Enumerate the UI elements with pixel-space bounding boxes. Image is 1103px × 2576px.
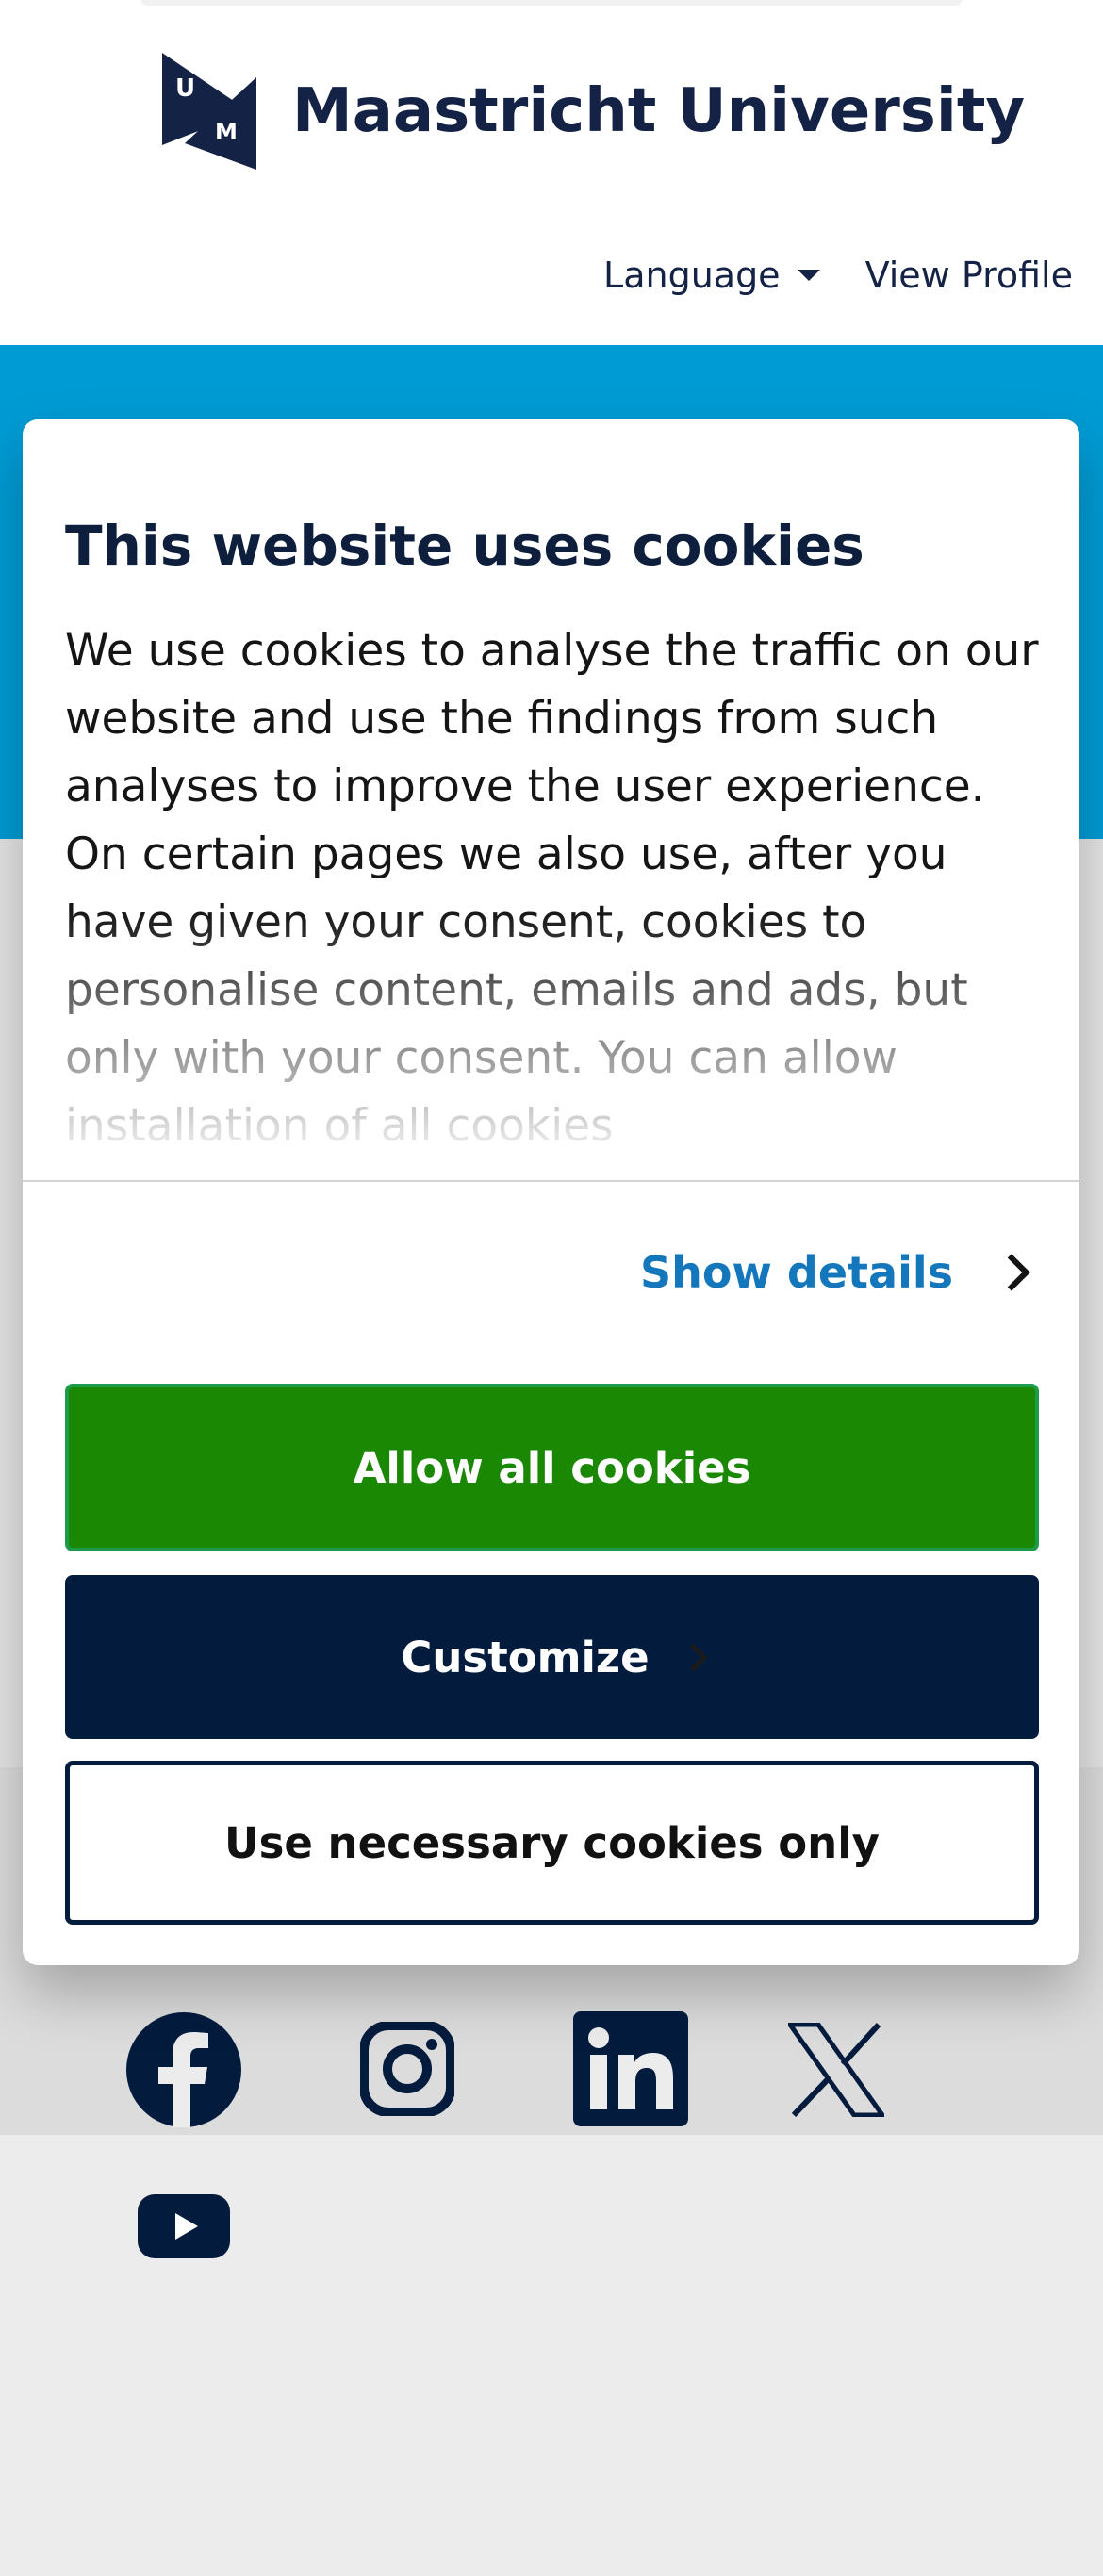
view-profile-link[interactable]: View Profile [865, 254, 1073, 296]
um-logo-mark-icon: U M [162, 53, 256, 170]
customize-label: Customize [401, 1632, 650, 1682]
show-details-label: Show details [639, 1247, 953, 1298]
cookie-consent-dialog: This website uses cookies We use cookies… [23, 419, 1079, 1965]
facebook-icon[interactable] [126, 2012, 241, 2127]
youtube-icon[interactable] [138, 2194, 230, 2258]
chevron-right-icon [993, 1254, 1030, 1291]
language-label: Language [603, 254, 781, 296]
cookie-dialog-title: This website uses cookies [65, 514, 864, 578]
customize-button[interactable]: Customize [65, 1575, 1039, 1739]
svg-text:U: U [175, 74, 195, 103]
dialog-divider [23, 1180, 1079, 1182]
x-icon[interactable] [788, 2023, 884, 2117]
chevron-right-icon [679, 1643, 708, 1671]
body-fade-overlay [23, 910, 1079, 1155]
language-dropdown[interactable]: Language [603, 254, 820, 296]
linkedin-icon[interactable] [573, 2011, 688, 2126]
header-top-edge [141, 0, 962, 6]
logo-text: Maastricht University [292, 76, 1026, 146]
header-nav: Language View Profile [603, 254, 1073, 296]
necessary-only-label: Use necessary cookies only [224, 1817, 880, 1868]
instagram-icon[interactable] [360, 2022, 454, 2116]
allow-all-cookies-button[interactable]: Allow all cookies [65, 1384, 1039, 1551]
site-header: U M Maastricht University Language View … [0, 0, 1103, 345]
social-links [0, 1998, 1103, 2281]
maastricht-logo[interactable]: U M Maastricht University [162, 53, 1025, 170]
svg-text:M: M [215, 119, 238, 145]
caret-down-icon [797, 270, 820, 281]
allow-all-label: Allow all cookies [353, 1442, 751, 1493]
show-details-link[interactable]: Show details [639, 1247, 1030, 1298]
necessary-cookies-only-button[interactable]: Use necessary cookies only [65, 1761, 1039, 1925]
